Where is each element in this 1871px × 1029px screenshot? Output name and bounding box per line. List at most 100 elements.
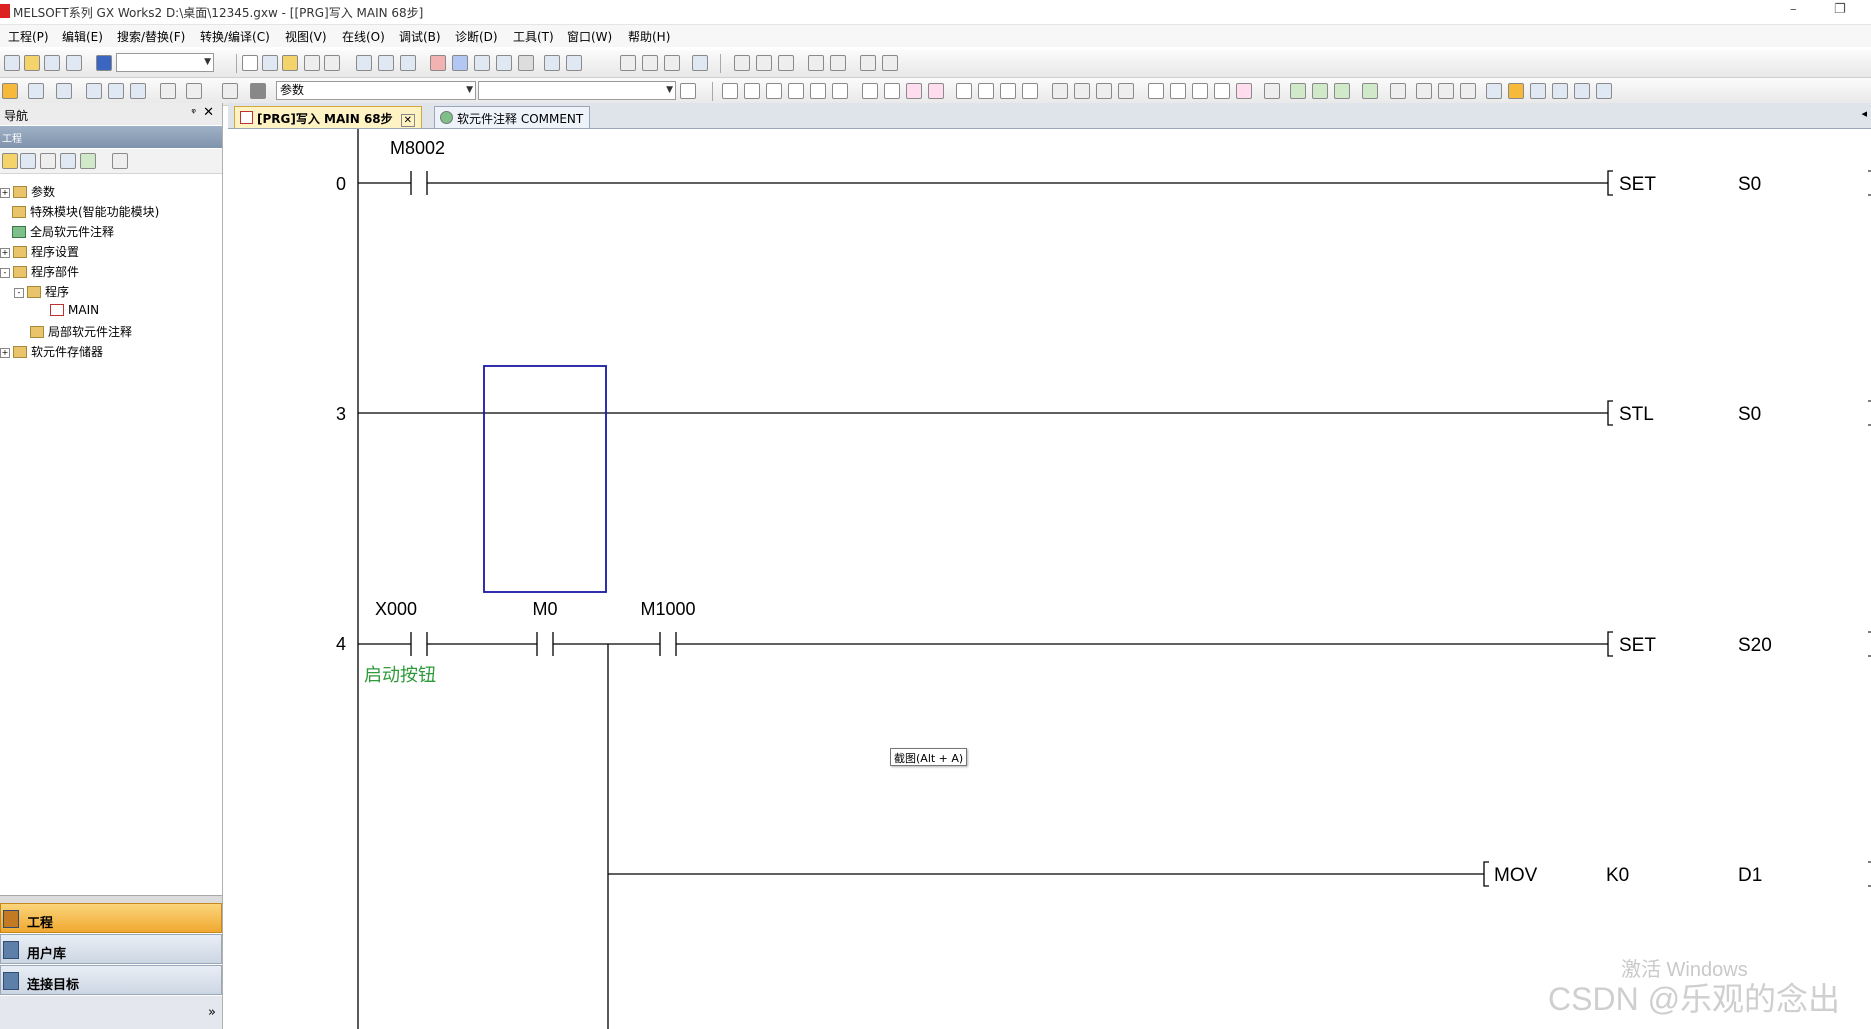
- open-folder-icon[interactable]: [24, 55, 40, 71]
- closed-branch-icon[interactable]: [788, 83, 804, 99]
- ladder-icon-1[interactable]: [734, 55, 750, 71]
- device-batch-icon[interactable]: [378, 55, 394, 71]
- convert-all-icon[interactable]: [1312, 83, 1328, 99]
- ladder-gray-icon-2[interactable]: [1074, 83, 1090, 99]
- tab-main-program[interactable]: [PRG]写入 MAIN 68步 ✕: [234, 106, 423, 128]
- read-plc-icon[interactable]: [452, 55, 468, 71]
- trace-icon[interactable]: [642, 55, 658, 71]
- instruction-icon[interactable]: [832, 83, 848, 99]
- monitor-icon[interactable]: [518, 55, 534, 71]
- falling-edge-icon[interactable]: [978, 83, 994, 99]
- toolbar-combo-1[interactable]: ▼: [116, 53, 214, 72]
- copy-data-icon[interactable]: [20, 153, 36, 169]
- ladder-icon-3[interactable]: [778, 55, 794, 71]
- closed-contact-icon[interactable]: [766, 83, 782, 99]
- close-tab-icon[interactable]: ✕: [400, 114, 416, 127]
- help-icon[interactable]: [96, 55, 112, 71]
- new-data-icon[interactable]: [2, 153, 18, 169]
- nav-button-user-library[interactable]: 用户库: [0, 934, 222, 964]
- note-icon[interactable]: [1552, 83, 1568, 99]
- help-circle-icon[interactable]: [222, 83, 238, 99]
- operation-result-icon[interactable]: [1170, 83, 1186, 99]
- falling-branch-icon[interactable]: [1022, 83, 1038, 99]
- delete-icon[interactable]: [1236, 83, 1252, 99]
- minimize-button[interactable]: –: [1790, 2, 1797, 17]
- ladder-icon-4[interactable]: [808, 55, 824, 71]
- dev-start-icon[interactable]: [544, 55, 560, 71]
- menu-search-replace[interactable]: 搜索/替换(F): [117, 28, 185, 45]
- diagnostics-icon[interactable]: [692, 55, 708, 71]
- parameter-combo[interactable]: 参数 ▼: [276, 81, 476, 100]
- ladder-diagram[interactable]: 0 M8002 SET S0 3 STL S0 4 X000 M0 M1000 …: [228, 129, 1871, 1029]
- property-icon[interactable]: [60, 153, 76, 169]
- copy-icon[interactable]: [262, 55, 278, 71]
- restore-button[interactable]: ❐: [1834, 2, 1846, 17]
- binoculars-icon[interactable]: [250, 83, 266, 99]
- hline-icon[interactable]: [862, 83, 878, 99]
- dev-write-icon[interactable]: [86, 83, 102, 99]
- read-mode-icon[interactable]: [1390, 83, 1406, 99]
- expander-icon[interactable]: +: [0, 248, 10, 258]
- save-icon[interactable]: [44, 55, 60, 71]
- paste-data-icon[interactable]: [40, 153, 56, 169]
- alias-icon[interactable]: [1574, 83, 1590, 99]
- f10-icon[interactable]: [1214, 83, 1230, 99]
- tree-item-program[interactable]: - 程序: [14, 283, 69, 301]
- refresh-icon[interactable]: [80, 153, 96, 169]
- window-icon[interactable]: [56, 83, 72, 99]
- project-view-icon[interactable]: [2, 83, 18, 99]
- comment-icon[interactable]: [1264, 83, 1280, 99]
- document-icon[interactable]: [680, 83, 696, 99]
- open-contact-icon[interactable]: [722, 83, 738, 99]
- ladder-gray-icon-3[interactable]: [1096, 83, 1112, 99]
- search-combo[interactable]: ▼: [478, 81, 676, 100]
- list-view-icon[interactable]: [28, 83, 44, 99]
- sort-icon[interactable]: [112, 153, 128, 169]
- menu-convert-compile[interactable]: 转换/编译(C): [200, 28, 270, 45]
- monitor-mode-icon[interactable]: [1438, 83, 1454, 99]
- write-mode-icon[interactable]: [1416, 83, 1432, 99]
- ladder-icon-5[interactable]: [830, 55, 846, 71]
- open-branch-icon[interactable]: [744, 83, 760, 99]
- menu-diagnostics[interactable]: 诊断(D): [455, 28, 498, 45]
- ladder-icon-2[interactable]: [756, 55, 772, 71]
- watch-icon[interactable]: [620, 55, 636, 71]
- verify-plc-icon[interactable]: [474, 55, 490, 71]
- close-icon[interactable]: ✕: [203, 105, 214, 120]
- menu-edit[interactable]: 编辑(E): [62, 28, 103, 45]
- pulse-icon[interactable]: [1192, 83, 1208, 99]
- sampling-icon[interactable]: [664, 55, 680, 71]
- menu-help[interactable]: 帮助(H): [628, 28, 670, 45]
- menu-debug[interactable]: 调试(B): [399, 28, 441, 45]
- tree-item-local-comment[interactable]: 局部软元件注释: [30, 323, 132, 341]
- write-plc-icon[interactable]: [430, 55, 446, 71]
- statement-icon[interactable]: [1530, 83, 1546, 99]
- comment-display-icon[interactable]: [1508, 83, 1524, 99]
- find-device-icon[interactable]: [186, 83, 202, 99]
- dev-verify-icon[interactable]: [130, 83, 146, 99]
- convert-online-icon[interactable]: [1334, 83, 1350, 99]
- tree-item-special-module[interactable]: 特殊模块(智能功能模块): [12, 203, 159, 221]
- menu-project[interactable]: 工程(P): [8, 28, 49, 45]
- expander-icon[interactable]: +: [0, 188, 10, 198]
- undo-icon[interactable]: [304, 55, 320, 71]
- coil-icon[interactable]: [810, 83, 826, 99]
- vline-icon[interactable]: [884, 83, 900, 99]
- delete-vline-icon[interactable]: [928, 83, 944, 99]
- device-list-icon[interactable]: [400, 55, 416, 71]
- nav-button-project[interactable]: 工程: [0, 903, 222, 933]
- cut-icon[interactable]: [242, 55, 258, 71]
- pin-icon[interactable]: ᵠ: [191, 106, 196, 119]
- expander-icon[interactable]: +: [0, 348, 10, 358]
- tree-item-main[interactable]: MAIN: [50, 303, 99, 321]
- new-file-icon[interactable]: [4, 55, 20, 71]
- scroll-tabs-icon[interactable]: ◂: [1861, 107, 1867, 120]
- tab-device-comment[interactable]: 软元件注释 COMMENT: [434, 106, 591, 128]
- remote-op-icon[interactable]: [496, 55, 512, 71]
- print-icon[interactable]: [66, 55, 82, 71]
- ladder-gray-icon-4[interactable]: [1118, 83, 1134, 99]
- expander-icon[interactable]: -: [0, 268, 10, 278]
- ladder-icon-7[interactable]: [882, 55, 898, 71]
- menu-tools[interactable]: 工具(T): [513, 28, 554, 45]
- redo-icon[interactable]: [324, 55, 340, 71]
